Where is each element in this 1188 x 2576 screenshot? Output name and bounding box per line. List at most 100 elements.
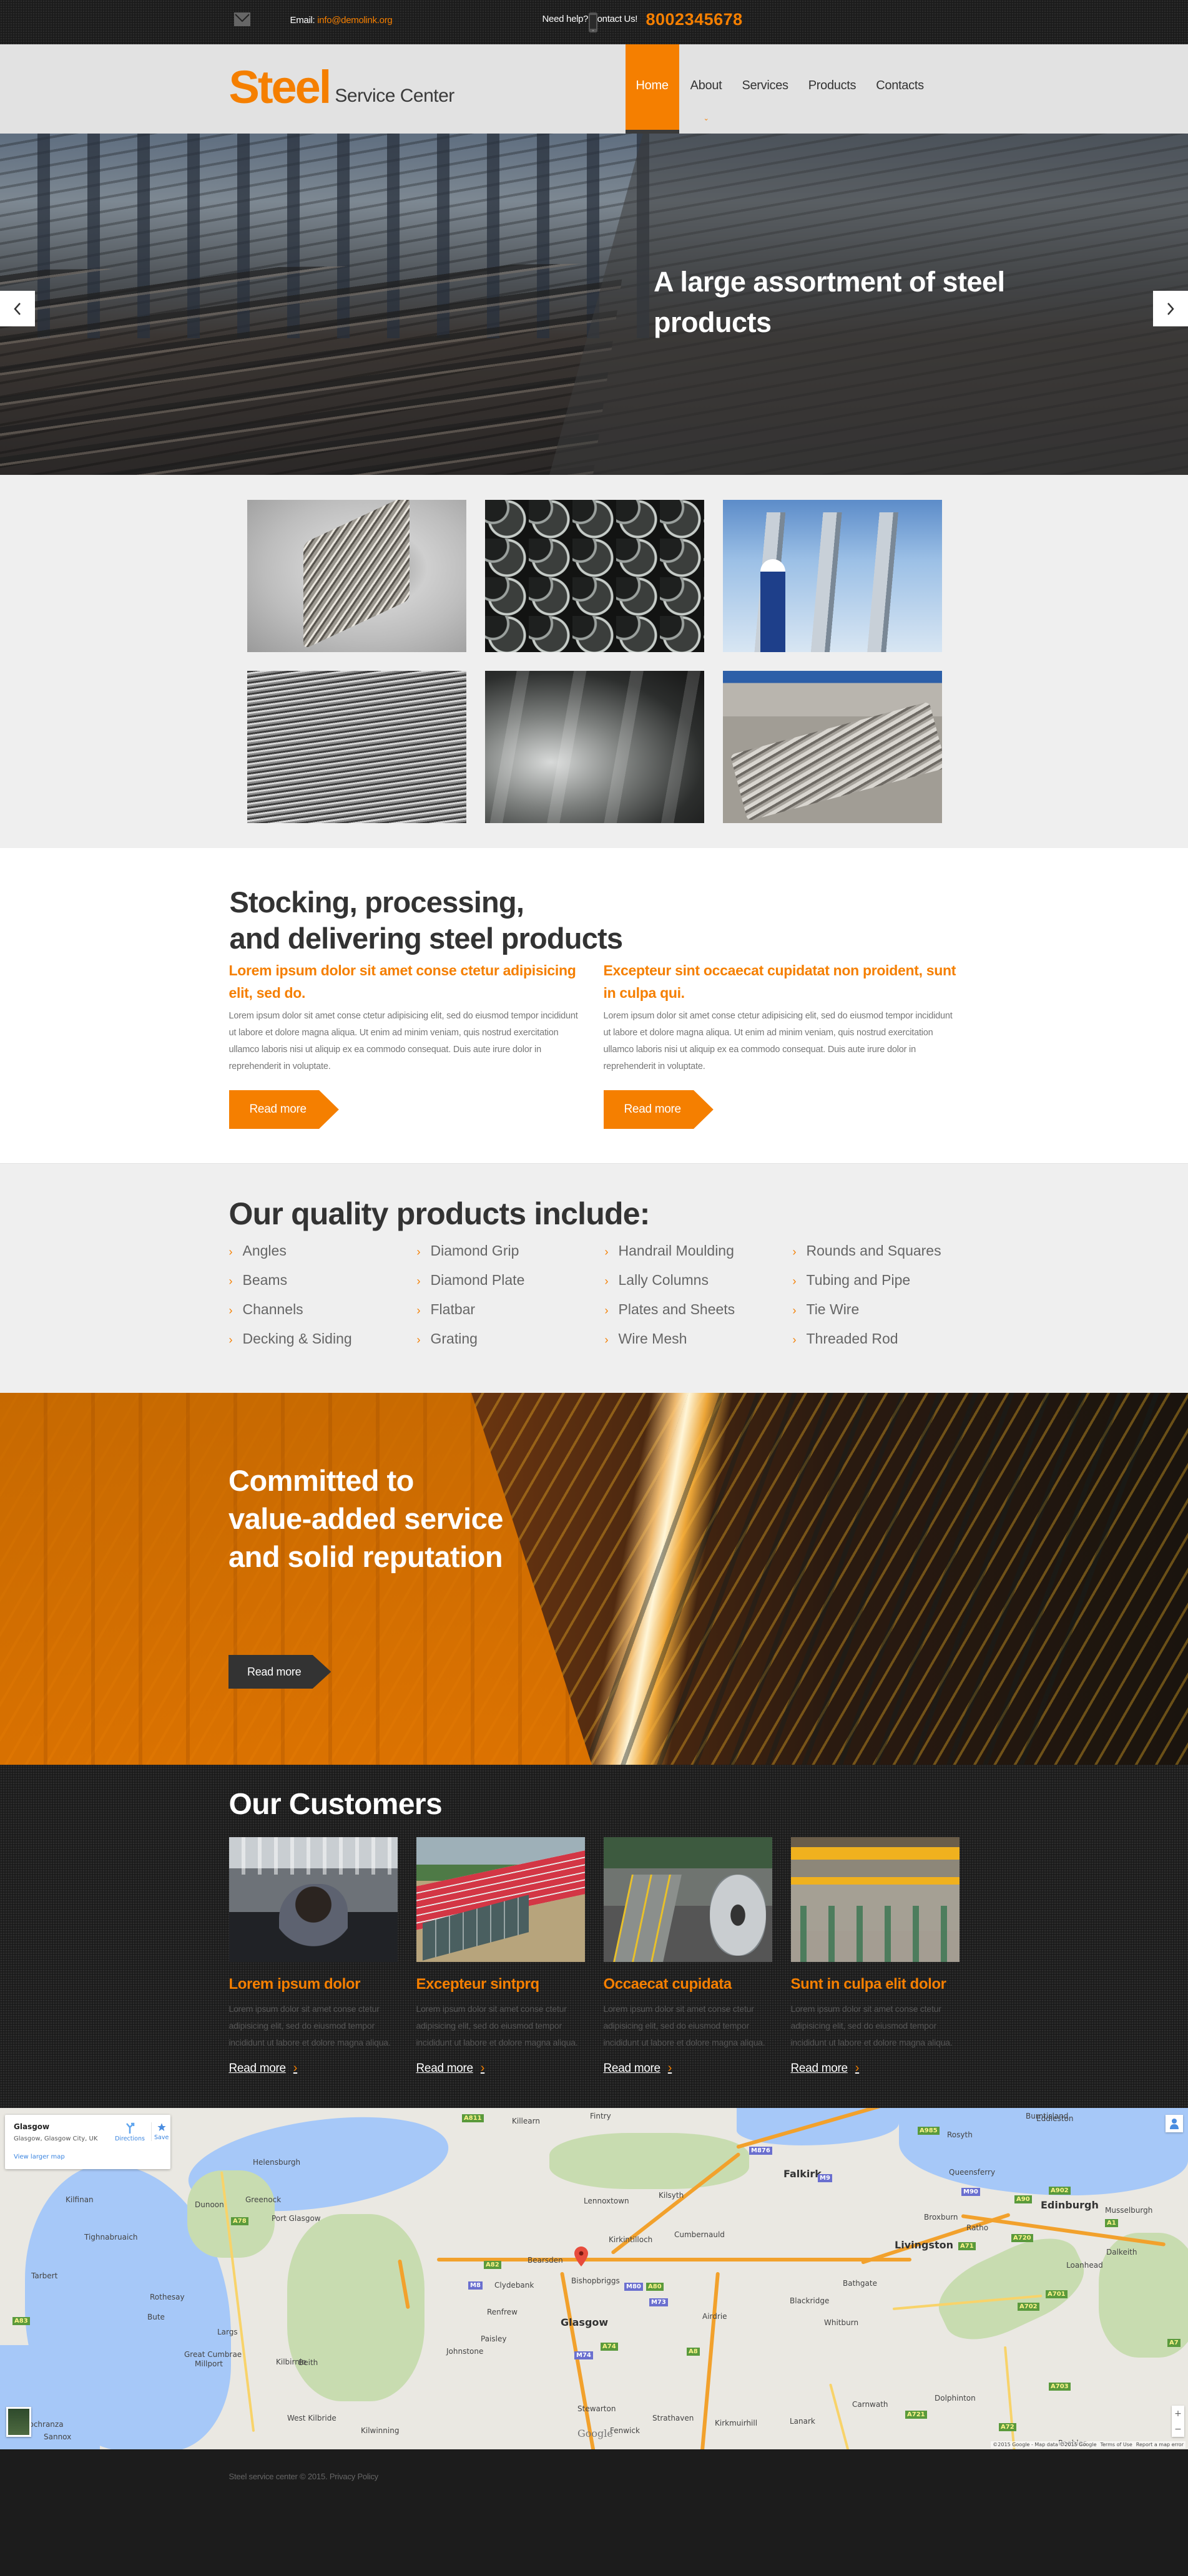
map-place-label: Clydebank [494,2281,534,2290]
product-item[interactable]: › Flatbar [417,1301,605,1324]
road-shield: A703 [1049,2383,1071,2391]
map-place-label: Cumbernauld [674,2230,725,2239]
view-larger-map-link[interactable]: View larger map [14,2154,65,2160]
map-place-label: Glasgow [561,2316,609,2328]
product-item[interactable]: › Channels [229,1301,417,1324]
product-item[interactable]: › Decking & Siding [229,1330,417,1353]
product-label: Flatbar [430,1301,476,1317]
customer-read-more-link[interactable]: Read more › [604,2061,672,2076]
slider-prev-button[interactable] [0,291,35,326]
directions-label: Directions [115,2135,145,2142]
product-item[interactable]: › Beams [229,1272,417,1294]
terms-link[interactable]: Terms of Use [1100,2442,1132,2447]
map-place-label: Broxburn [924,2213,958,2222]
read-more-button[interactable]: Read more [603,1090,714,1129]
road-shield: A702 [1018,2303,1039,2311]
nav-services[interactable]: Services [742,44,788,134]
product-item[interactable]: › Threaded Rod [793,1330,981,1353]
map-place-label: Lennoxtown [584,2197,629,2205]
customers-section: Our Customers Lorem ipsum dolor Lorem ip… [0,1765,1188,2108]
privacy-policy-link[interactable]: Privacy Policy [330,2472,378,2481]
satellite-toggle[interactable] [6,2407,31,2437]
road-shield: A74 [601,2343,618,2351]
customer-card: Sunt in culpa elit dolor Lorem ipsum dol… [790,1837,960,2076]
save-button[interactable]: Save [151,2122,169,2141]
slider-next-button[interactable] [1153,291,1188,326]
map-zoom-control[interactable]: + − [1172,2406,1184,2437]
customer-text: Lorem ipsum dolor sit amet conse ctetur … [416,2004,578,2047]
gallery-image[interactable] [485,671,704,823]
map-marker-icon[interactable] [574,2247,588,2266]
gallery-image[interactable] [247,500,466,652]
product-item[interactable]: › Rounds and Squares [793,1242,981,1265]
email-link[interactable]: info@demolink.org [317,15,393,26]
main-nav: Home About ⌄ Services Products Contacts [625,44,944,134]
customer-text: Lorem ipsum dolor sit amet conse ctetur … [228,2004,391,2047]
product-item[interactable]: › Tubing and Pipe [793,1272,981,1294]
product-item[interactable]: › Angles [229,1242,417,1265]
road-shield: A72 [999,2423,1016,2431]
map-place-label: Loanhead [1066,2261,1103,2270]
road-shield: M9 [818,2174,832,2182]
road-shield: A8 [687,2348,700,2356]
gallery-image[interactable] [723,500,942,652]
zoom-out-button[interactable]: − [1174,2424,1182,2434]
directions-button[interactable]: Directions [111,2122,149,2142]
product-item[interactable]: › Lally Columns [605,1272,793,1294]
customer-read-more-link[interactable]: Read more › [416,2061,485,2076]
gallery-image[interactable] [247,671,466,823]
product-item[interactable]: › Plates and Sheets [605,1301,793,1324]
logo[interactable]: Steel Service Center [229,63,455,112]
map-place-label: Tighnabruaich [84,2233,138,2242]
road-shield: M73 [649,2298,668,2306]
report-error-link[interactable]: Report a map error [1136,2442,1184,2447]
product-label: Plates and Sheets [618,1301,735,1317]
phone-number[interactable]: 8002345678 [646,10,743,29]
map-place-label: Queensferry [949,2168,996,2177]
road-shield: A985 [918,2127,940,2135]
products-section: Our quality products include: › Angles › Di… [0,1164,1188,1393]
star-icon [157,2123,166,2131]
customer-image[interactable] [228,1837,398,1962]
google-map[interactable]: Killearn Fintry Falkirk Kilsyth Lennoxtown Ki… [0,2108,1188,2449]
map-road [829,2383,858,2449]
banner-read-more-button[interactable]: Read more [228,1655,331,1689]
customer-read-more-link[interactable]: Read more › [791,2061,860,2076]
map-place-label: Bute [147,2313,165,2321]
logo-sub: Service Center [335,85,454,106]
road-shield: M876 [749,2147,772,2155]
read-more-button[interactable]: Read more [228,1090,339,1129]
customer-text: Lorem ipsum dolor sit amet conse ctetur … [603,2004,765,2047]
customer-image[interactable] [790,1837,960,1962]
customer-image[interactable] [603,1837,772,1962]
product-item[interactable]: › Tie Wire [793,1301,981,1324]
nav-contacts[interactable]: Contacts [876,44,924,134]
street-view-button[interactable] [1166,2115,1183,2132]
nav-about[interactable]: About ⌄ [690,44,722,134]
gallery-image[interactable] [723,671,942,823]
product-item[interactable]: › Diamond Grip [417,1242,605,1265]
intro-text: Lorem ipsum dolor sit amet conse ctetur … [603,1011,953,1071]
zoom-in-button[interactable]: + [1174,2409,1182,2419]
product-item[interactable]: › Wire Mesh [605,1330,793,1353]
customer-name: Occaecat cupidata [603,1976,732,1993]
email-label: Email: [290,15,315,26]
customer-image[interactable] [416,1837,585,1962]
customer-text: Lorem ipsum dolor sit amet conse ctetur … [790,2004,953,2047]
road-shield: A902 [1049,2187,1071,2195]
map-place-label: Airdrie [702,2312,727,2321]
product-item[interactable]: › Diamond Plate [417,1272,605,1294]
nav-home[interactable]: Home [625,44,679,134]
gallery-image[interactable] [485,500,704,652]
email-info: Email: info@demolink.org [290,15,393,26]
product-item[interactable]: › Handrail Moulding [605,1242,793,1265]
copyright-text: Steel service center © 2015. [228,2472,328,2481]
chevron-right-icon: › [604,1246,609,1258]
nav-products[interactable]: Products [808,44,857,134]
map-place-label: Kilsyth [659,2191,684,2200]
customer-read-more-link[interactable]: Read more › [229,2061,298,2076]
map-place-label: Eddleston [1036,2114,1074,2123]
product-item[interactable]: › Grating [417,1330,605,1353]
customer-name: Sunt in culpa elit dolor [790,1976,946,1993]
map-place-label: Helensburgh [253,2158,301,2167]
